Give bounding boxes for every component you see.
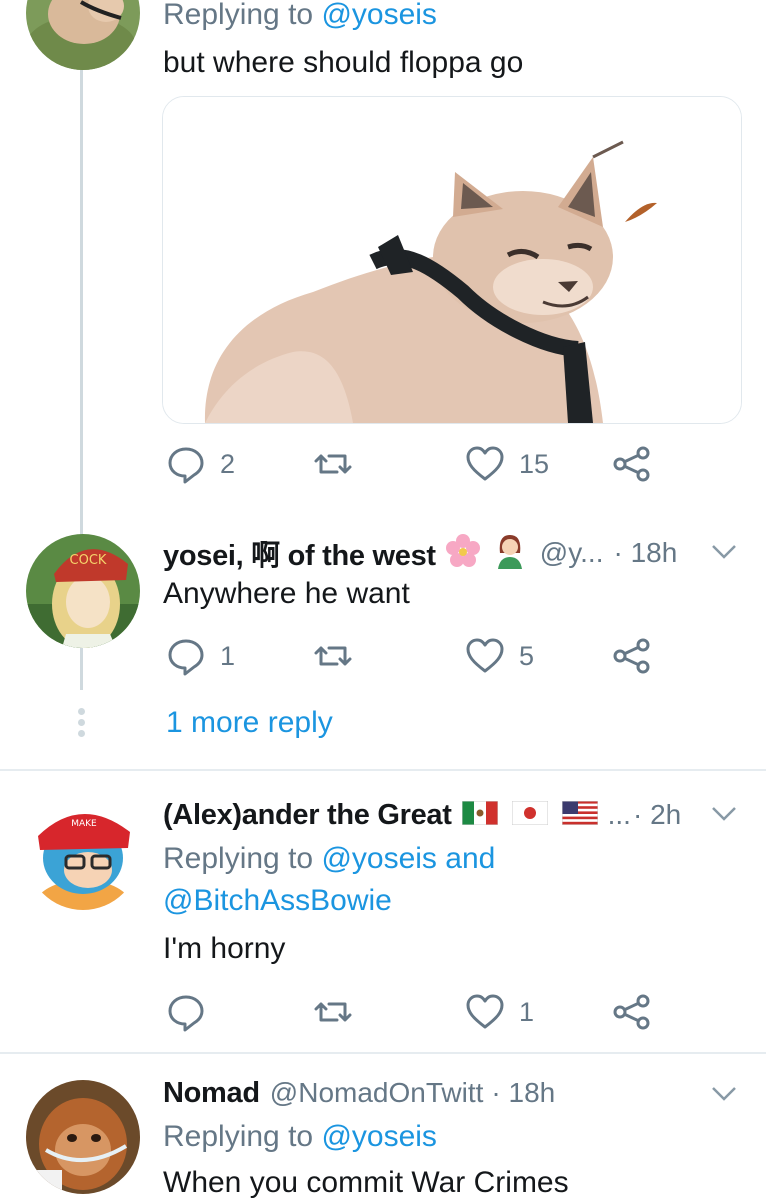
- chevron-down-icon[interactable]: [710, 1084, 738, 1104]
- share-button[interactable]: [612, 444, 652, 484]
- handle[interactable]: @y...: [540, 537, 604, 569]
- display-name[interactable]: Nomad: [163, 1077, 260, 1110]
- mention-link[interactable]: @BitchAssBowie: [163, 884, 392, 917]
- mexico-flag-icon: [461, 800, 499, 830]
- reply-count: 1: [220, 640, 236, 671]
- retweet-icon: [314, 454, 352, 474]
- avatar-floppa[interactable]: [26, 0, 140, 70]
- divider: [0, 1052, 766, 1054]
- handle-ellipsis: ...: [607, 799, 631, 830]
- tweet-text: but where should floppa go: [163, 46, 524, 79]
- share-icon: [613, 446, 650, 482]
- share-icon: [613, 994, 650, 1030]
- reply-button[interactable]: [166, 992, 206, 1032]
- avatar-yosei[interactable]: COCK: [26, 534, 140, 648]
- svg-text:COCK: COCK: [70, 553, 107, 568]
- mention-link[interactable]: @yoseis: [321, 842, 437, 875]
- display-name[interactable]: (Alex)ander the Great: [163, 799, 452, 832]
- like-button[interactable]: 1: [465, 992, 534, 1032]
- replying-to: Replying to @yoseis: [163, 0, 437, 31]
- svg-text:MAKE: MAKE: [71, 819, 97, 829]
- retweet-icon: [314, 646, 352, 666]
- mention-link[interactable]: @yoseis: [321, 0, 437, 31]
- reply-icon: [168, 995, 204, 1032]
- reply-count: 2: [220, 448, 236, 479]
- timestamp[interactable]: · 18h: [491, 1077, 555, 1109]
- retweet-button[interactable]: [313, 992, 353, 1032]
- woman-emoji-icon: [494, 533, 526, 574]
- tweet-text: I'm horny: [163, 932, 286, 965]
- reply-icon: [168, 447, 204, 484]
- heart-icon: [466, 638, 504, 673]
- usa-flag-icon: [561, 800, 599, 830]
- retweet-icon: [314, 1002, 352, 1022]
- heart-icon: [466, 446, 504, 481]
- heart-icon: [466, 994, 504, 1029]
- like-button[interactable]: 5: [465, 636, 534, 676]
- reply-button[interactable]: 1: [166, 636, 235, 676]
- chevron-down-icon[interactable]: [710, 542, 738, 562]
- reply-button[interactable]: 2: [166, 444, 235, 484]
- like-button[interactable]: 15: [465, 444, 549, 484]
- chevron-down-icon[interactable]: [710, 804, 738, 824]
- like-count: 15: [519, 448, 550, 479]
- like-count: 1: [519, 996, 535, 1027]
- share-button[interactable]: [612, 636, 652, 676]
- tweet-header: Nomad @NomadOnTwitt · 18h: [163, 1072, 555, 1114]
- avatar-nomad[interactable]: [26, 1080, 140, 1194]
- display-name[interactable]: yosei, 啊 of the west: [163, 532, 436, 574]
- like-count: 5: [519, 640, 535, 671]
- tweet-image-floppa[interactable]: [162, 96, 742, 424]
- mention-link[interactable]: @yoseis: [321, 1120, 437, 1153]
- tweet-text: Anywhere he want: [163, 577, 410, 610]
- retweet-button[interactable]: [313, 444, 353, 484]
- tweet-header: (Alex)ander the Great ... · 2h: [163, 794, 681, 836]
- replying-to: Replying to @yoseis: [163, 1120, 437, 1153]
- japan-flag-icon: [511, 800, 549, 830]
- reply-icon: [168, 639, 204, 676]
- share-icon: [613, 638, 650, 674]
- thread-dots: [78, 708, 86, 737]
- more-replies-link[interactable]: 1 more reply: [166, 702, 333, 744]
- replying-to: Replying to @yoseis and @BitchAssBowie: [163, 842, 496, 917]
- tweet-header: yosei, 啊 of the west @y... · 18h: [163, 532, 677, 574]
- timestamp[interactable]: · 18h: [613, 537, 677, 569]
- cherry-blossom-emoji-icon: [445, 533, 480, 573]
- handle[interactable]: @NomadOnTwitt: [270, 1077, 484, 1109]
- divider: [0, 769, 766, 771]
- timestamp[interactable]: · 2h: [633, 799, 681, 831]
- avatar-alexander[interactable]: MAKE: [26, 796, 140, 910]
- retweet-button[interactable]: [313, 636, 353, 676]
- share-button[interactable]: [612, 992, 652, 1032]
- tweet-text: When you commit War Crimes: [163, 1166, 569, 1199]
